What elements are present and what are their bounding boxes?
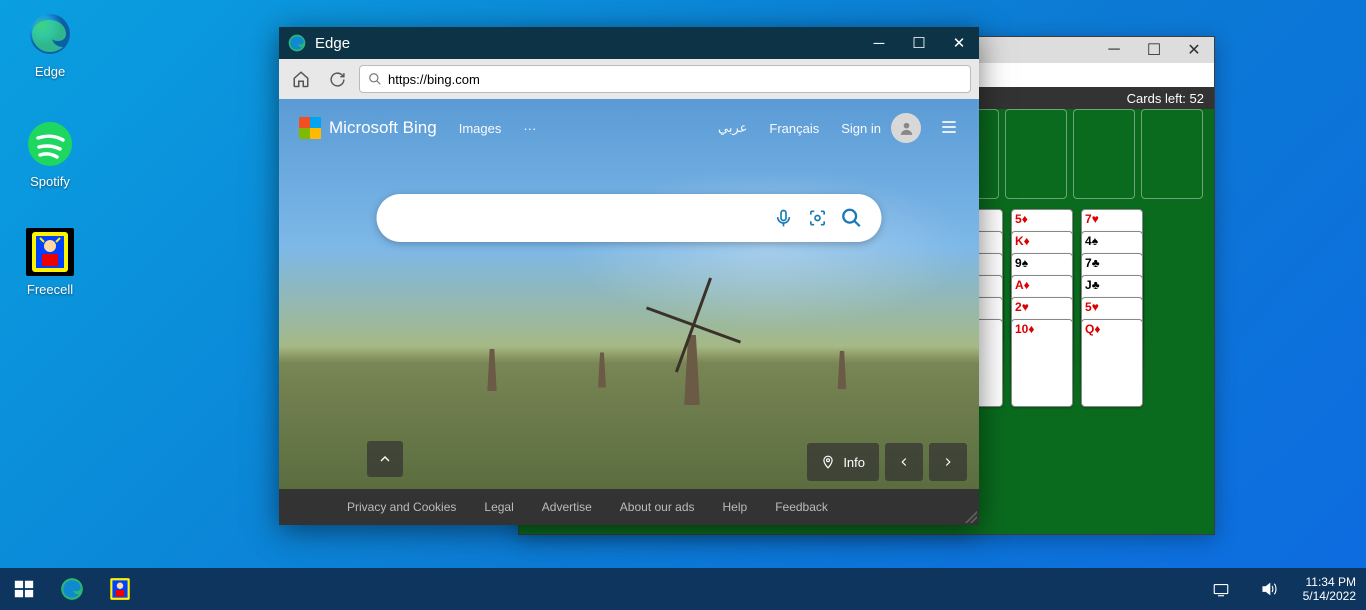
search-input[interactable]: [393, 210, 764, 227]
playing-card[interactable]: 10♦: [1011, 319, 1073, 407]
minimize-button[interactable]: ─: [859, 27, 899, 59]
next-image-button[interactable]: [929, 443, 967, 481]
bing-header: Microsoft Bing Images ··· عربي Français …: [279, 99, 979, 157]
maximize-button[interactable]: ☐: [899, 27, 939, 59]
bing-page: Microsoft Bing Images ··· عربي Français …: [279, 99, 979, 525]
footer-advertise[interactable]: Advertise: [542, 500, 592, 514]
footer-privacy[interactable]: Privacy and Cookies: [347, 500, 456, 514]
edge-title-text: Edge: [315, 35, 350, 52]
taskbar-edge[interactable]: [48, 568, 96, 610]
bing-searchbox[interactable]: [377, 194, 882, 242]
desktop-icon-label: Edge: [35, 64, 65, 79]
signin-link[interactable]: Sign in: [841, 121, 881, 136]
home-cell[interactable]: [1141, 109, 1203, 199]
footer-help[interactable]: Help: [723, 500, 748, 514]
clock-date: 5/14/2022: [1303, 589, 1356, 603]
nav-images[interactable]: Images: [459, 121, 502, 136]
desktop-icon-edge[interactable]: Edge: [10, 10, 90, 79]
close-button[interactable]: ✕: [939, 27, 979, 59]
bing-logo[interactable]: Microsoft Bing: [299, 117, 437, 139]
home-cell[interactable]: [1073, 109, 1135, 199]
url-input[interactable]: [388, 72, 962, 87]
home-cell[interactable]: [1005, 109, 1067, 199]
bing-footer: Privacy and Cookies Legal Advertise Abou…: [279, 489, 979, 525]
close-button[interactable]: ✕: [1174, 37, 1214, 63]
tray-network-icon[interactable]: [1197, 568, 1245, 610]
footer-legal[interactable]: Legal: [484, 500, 513, 514]
desktop-icon-spotify[interactable]: Spotify: [10, 120, 90, 189]
status-cards: Cards left: 52: [1127, 91, 1204, 106]
minimize-button[interactable]: ─: [1094, 37, 1134, 63]
desktop-icon-label: Spotify: [30, 174, 70, 189]
taskbar-freecell[interactable]: [96, 568, 144, 610]
taskbar-clock[interactable]: 11:34 PM 5/14/2022: [1293, 575, 1366, 603]
maximize-button[interactable]: ☐: [1134, 37, 1174, 63]
lang-french[interactable]: Français: [769, 121, 819, 136]
bing-logo-text: Microsoft Bing: [329, 118, 437, 138]
edge-window: Edge ─ ☐ ✕: [279, 27, 979, 525]
prev-image-button[interactable]: [885, 443, 923, 481]
search-icon[interactable]: [838, 204, 866, 232]
playing-card[interactable]: Q♦: [1081, 319, 1143, 407]
edge-titlebar[interactable]: Edge ─ ☐ ✕: [279, 27, 979, 59]
account-avatar[interactable]: [891, 113, 921, 143]
refresh-button[interactable]: [323, 65, 351, 93]
mic-icon[interactable]: [770, 204, 798, 232]
home-button[interactable]: [287, 65, 315, 93]
hamburger-menu[interactable]: [939, 117, 959, 140]
desktop-icon-freecell[interactable]: Freecell: [10, 228, 90, 297]
footer-about-ads[interactable]: About our ads: [620, 500, 695, 514]
tray-volume-icon[interactable]: [1245, 568, 1293, 610]
info-label: Info: [843, 455, 865, 470]
edge-toolbar: [279, 59, 979, 99]
microsoft-logo-icon: [299, 117, 321, 139]
address-bar[interactable]: [359, 65, 971, 93]
desktop-icon-label: Freecell: [27, 282, 73, 297]
start-button[interactable]: [0, 568, 48, 610]
footer-feedback[interactable]: Feedback: [775, 500, 828, 514]
taskbar: 11:34 PM 5/14/2022: [0, 568, 1366, 610]
search-icon: [368, 72, 382, 86]
expand-up-button[interactable]: [367, 441, 403, 477]
nav-more[interactable]: ···: [523, 121, 536, 136]
edge-icon: [287, 33, 307, 53]
lang-arabic[interactable]: عربي: [718, 120, 747, 136]
camera-icon[interactable]: [804, 204, 832, 232]
image-info-button[interactable]: Info: [807, 443, 879, 481]
map-pin-icon: [821, 455, 835, 469]
clock-time: 11:34 PM: [1303, 575, 1356, 589]
resize-handle[interactable]: [965, 511, 977, 523]
